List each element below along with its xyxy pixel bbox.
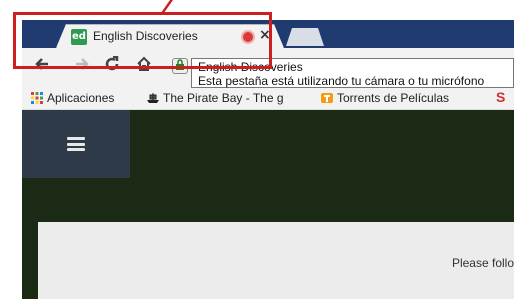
bookmark-apps[interactable]: Aplicaciones bbox=[30, 91, 114, 105]
bookmark-label: Aplicaciones bbox=[47, 91, 115, 105]
pirate-ship-icon bbox=[147, 93, 159, 103]
hamburger-icon bbox=[67, 137, 85, 151]
bookmark-pirate-bay[interactable]: The Pirate Bay - The g bbox=[146, 91, 308, 105]
torrent-site-icon bbox=[321, 93, 333, 103]
annotation-highlight-box bbox=[13, 12, 272, 69]
content-panel: Please follo bbox=[38, 222, 514, 299]
web-page: Please follo bbox=[22, 110, 514, 299]
bookmark-torrents-peliculas[interactable]: Torrents de Películas bbox=[320, 91, 480, 105]
instructions-text: Please follo bbox=[451, 256, 514, 270]
hamburger-menu-button[interactable] bbox=[22, 110, 130, 178]
tooltip-message: Esta pestaña está utilizando tu cámara o… bbox=[198, 74, 485, 88]
bookmarks-bar: Aplicaciones The Pirate Bay - The g Torr… bbox=[22, 88, 514, 110]
bookmark-label: The Pirate Bay - The g bbox=[163, 91, 284, 105]
bookmark-label: Torrents de Películas bbox=[337, 91, 450, 105]
apps-grid-icon bbox=[31, 92, 43, 104]
new-tab-button[interactable] bbox=[286, 28, 324, 46]
bookmark-partial-icon[interactable]: S bbox=[496, 89, 505, 105]
annotation-arrow bbox=[161, 0, 184, 12]
